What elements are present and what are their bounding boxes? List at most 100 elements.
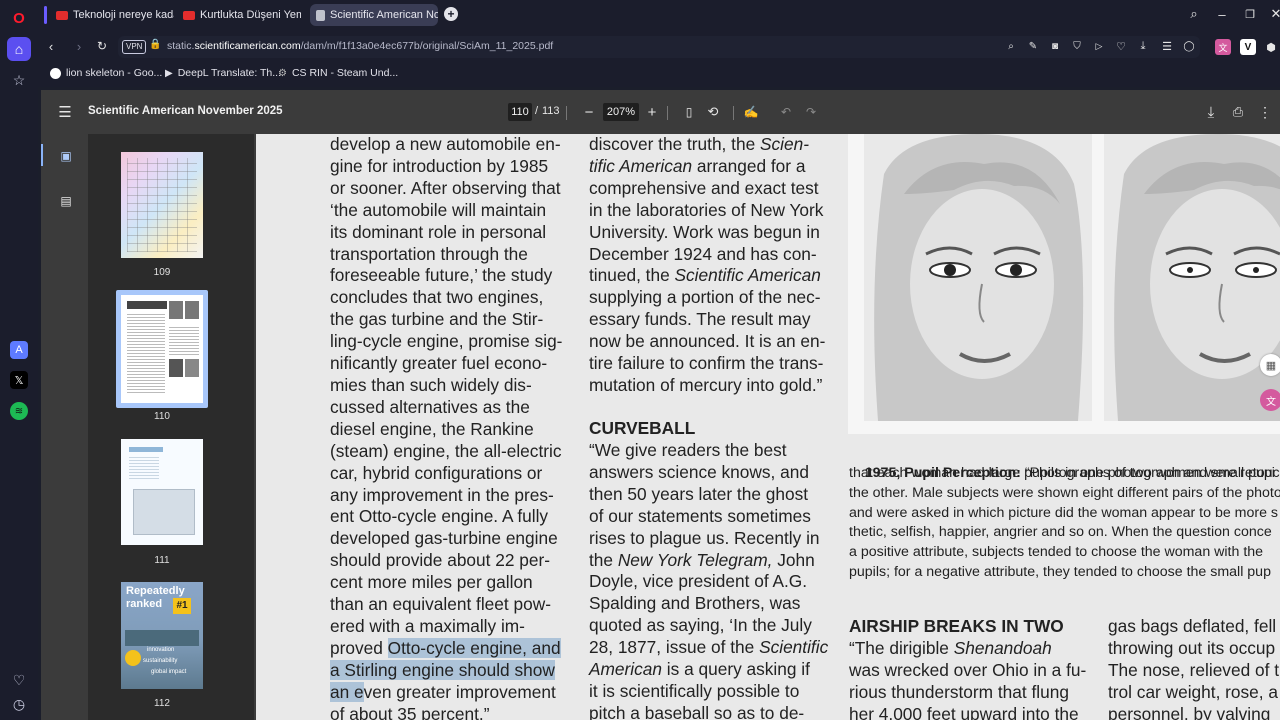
thumbnail-109[interactable]: [121, 152, 203, 258]
text-line: ered with a maximally im-: [330, 616, 562, 638]
line-text: trol car weight, rose, a: [1108, 681, 1279, 702]
more-options-icon[interactable]: ⋮: [1257, 103, 1273, 121]
text-line: its dominant role in personal: [330, 222, 562, 244]
url-box[interactable]: VPN 🔒 static.scientificamerican.com/dam/…: [118, 36, 1200, 58]
page-number-input[interactable]: 110: [508, 103, 532, 121]
history-clock-icon[interactable]: ◷: [7, 692, 31, 716]
text-line: the New York Telegram, John: [589, 550, 828, 572]
reload-icon[interactable]: ↻: [95, 38, 109, 54]
back-icon[interactable]: ‹: [44, 38, 58, 54]
home-icon[interactable]: ⌂: [7, 37, 31, 61]
lock-icon[interactable]: 🔒: [149, 39, 161, 50]
url-domain: scientificamerican.com: [194, 40, 301, 52]
new-tab-plus-icon[interactable]: +: [444, 7, 458, 21]
bookmark-2[interactable]: ▶ DeepL Translate: Th...: [165, 67, 281, 79]
menu-lines-icon[interactable]: ☰: [1160, 39, 1174, 53]
divider: [566, 106, 567, 120]
redo-icon[interactable]: ↷: [803, 103, 819, 121]
caption-text: pupils; for a negative attribute, they t…: [849, 563, 1271, 580]
minimize-icon[interactable]: –: [1214, 6, 1230, 22]
outline-view-icon[interactable]: ▤: [58, 193, 74, 209]
italic-text: Shenandoah: [953, 638, 1052, 658]
line-text: cussed alternatives as the: [330, 396, 530, 417]
text-line: of our statements sometimes: [589, 506, 828, 528]
text-line: December 1924 and has con-: [589, 244, 825, 266]
vpn-badge[interactable]: VPN: [122, 40, 147, 54]
v-extension-icon[interactable]: V: [1240, 39, 1256, 55]
print-icon[interactable]: ⎙: [1230, 103, 1246, 121]
bookmark-1[interactable]: lion skeleton - Goo...: [50, 67, 162, 79]
caption-text: the other. Male subjects were shown eigh…: [849, 484, 1280, 501]
line-text: transportation through the: [330, 243, 528, 264]
caption-line: pupils; for a negative attribute, they t…: [849, 563, 1280, 583]
url-prefix: static.: [167, 40, 195, 52]
line-text: develop a new automobile en-: [330, 134, 561, 154]
camera-icon[interactable]: ◙: [1048, 39, 1062, 53]
edit-icon[interactable]: ✎: [1026, 39, 1040, 53]
thumb-label: 109: [153, 267, 171, 278]
tab-2[interactable]: Kurtlukta Düşeni Yemek K: [177, 4, 301, 26]
zoom-out-icon[interactable]: −: [581, 103, 597, 121]
x-twitter-icon[interactable]: 𝕏: [10, 371, 28, 389]
extensions-cube-icon[interactable]: ⬢: [1263, 39, 1279, 55]
thumbnail-112[interactable]: Repeatedly ranked #1 innovation sustaina…: [121, 582, 203, 689]
url-text[interactable]: static.scientificamerican.com/dam/m/f1f1…: [167, 40, 553, 52]
zoom-in-icon[interactable]: +: [644, 103, 660, 121]
thumb-ship-image: [125, 630, 199, 646]
thumb-text: [129, 457, 159, 479]
favorites-heart-icon[interactable]: ♡: [7, 668, 31, 692]
line-text: mies than such widely dis-: [330, 374, 532, 395]
rotate-icon[interactable]: ⟲: [705, 103, 721, 121]
shield-icon[interactable]: ⛉: [1070, 39, 1084, 53]
sidebar-menu-icon[interactable]: ☰: [57, 104, 73, 121]
download-pdf-icon[interactable]: ⤓: [1203, 103, 1219, 121]
text-line: trol car weight, rose, a: [1108, 682, 1279, 704]
side-tool-grid-icon[interactable]: ▦: [1260, 354, 1280, 376]
forward-icon[interactable]: ›: [72, 38, 86, 54]
text-line-highlighted: an even greater improvement: [330, 681, 562, 704]
text-line: comprehensive and exact test: [589, 178, 825, 200]
fit-page-icon[interactable]: ▯: [681, 103, 697, 121]
text-line: was wrecked over Ohio in a fu-: [849, 660, 1086, 682]
zoom-input[interactable]: 207%: [603, 103, 639, 121]
column-4-text: gas bags deflated, fell throwing out its …: [1108, 616, 1279, 720]
spotify-icon[interactable]: ≋: [10, 402, 28, 420]
thumb-text: [127, 313, 165, 393]
rail-active-marker: [41, 144, 43, 166]
text-line: essary funds. The result may: [589, 309, 825, 331]
heart-icon[interactable]: ♡: [1114, 39, 1128, 53]
search-icon[interactable]: ⌕: [1186, 6, 1202, 22]
column-1-text: develop a new automobile en-gine for int…: [330, 134, 562, 720]
tab-1[interactable]: Teknoloji nereye kadar ge: [50, 4, 174, 26]
play-icon[interactable]: ▷: [1092, 39, 1106, 53]
thumbnail-110[interactable]: [121, 295, 203, 403]
line-text: essary funds. The result may: [589, 309, 811, 330]
line-text: in the laboratories of New York: [589, 199, 824, 220]
thumbnail-111[interactable]: [121, 439, 203, 545]
text-line: of about 35 percent.”: [330, 704, 562, 720]
caption-line: thetic, selfish, happier, angrier and so…: [849, 523, 1280, 543]
restore-icon[interactable]: ❐: [1242, 6, 1258, 22]
profile-icon[interactable]: ◯: [1182, 39, 1196, 53]
undo-icon[interactable]: ↶: [778, 103, 794, 121]
text-line: 28, 1877, issue of the Scientific: [589, 637, 828, 659]
download-icon[interactable]: ⤓: [1136, 39, 1150, 53]
line-text: rises to plague us. Recently in: [589, 527, 820, 548]
side-tool-translate-icon[interactable]: 文: [1260, 389, 1280, 411]
tab-3-active[interactable]: Scientific American Nover: [310, 4, 438, 26]
text-line: gas bags deflated, fell: [1108, 616, 1279, 638]
thumbnail-view-icon[interactable]: ▣: [58, 148, 74, 164]
annotate-icon[interactable]: ✍: [743, 103, 759, 121]
caption-line: the other. Male subjects were shown eigh…: [849, 484, 1280, 504]
line-text: supplying a portion of the nec-: [589, 287, 821, 308]
thumb-text: sustainability: [143, 658, 178, 664]
aria-icon[interactable]: A: [10, 341, 28, 359]
close-window-icon[interactable]: ✕: [1268, 6, 1280, 22]
line-text: “We give readers the best: [589, 440, 787, 460]
bookmarks-star-icon[interactable]: ☆: [7, 68, 31, 92]
bookmark-3[interactable]: ⚙ CS RIN - Steam Und...: [278, 67, 398, 79]
opera-logo-icon[interactable]: O: [7, 6, 31, 30]
zoom-icon[interactable]: ⌕: [1004, 39, 1018, 53]
text-line: cent more miles per gallon: [330, 572, 562, 594]
translate-extension-icon[interactable]: 文: [1215, 39, 1231, 55]
